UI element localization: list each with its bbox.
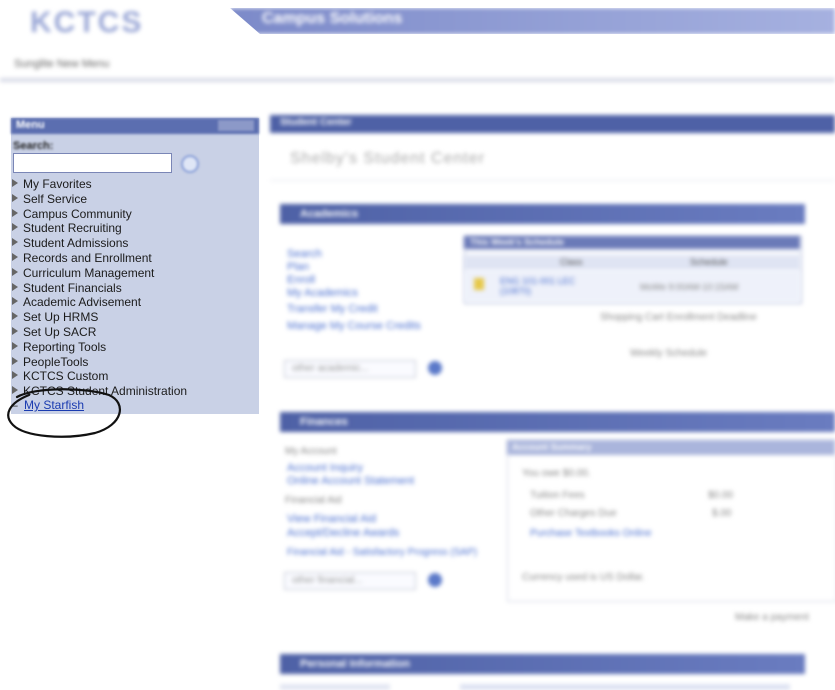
account-owe-line: You owe $0.00. [522,468,591,479]
menu-item-student-recruiting[interactable]: Student Recruiting [12,221,187,236]
finance-link-view-aid[interactable]: View Financial Aid [287,513,376,525]
academics-go-icon[interactable] [428,361,442,375]
account-value-tuition: $0.00 [708,490,734,501]
expand-triangle-icon [12,312,18,321]
content-bar-label: Student Center [280,117,352,128]
purchase-textbooks-link[interactable]: Purchase Textbooks Online [530,528,652,539]
expand-triangle-icon [12,326,18,335]
expand-triangle-icon [12,238,18,247]
menu-item-kctcs-custom[interactable]: KCTCS Custom [12,369,187,384]
expand-triangle-icon [12,252,18,261]
title-underline [270,180,835,181]
personal-tab-strip [280,684,390,690]
academics-link-enroll[interactable]: Enroll [287,274,315,286]
menu-item-records-enrollment[interactable]: Records and Enrollment [12,251,187,266]
page-title: Shelby's Student Center [290,150,486,167]
menu-item-reporting-tools[interactable]: Reporting Tools [12,340,187,355]
financial-aid-label: Financial Aid [285,495,342,506]
menu-item-student-financials[interactable]: Student Financials [12,281,187,296]
academics-section-header [280,204,805,224]
academics-link-transfer[interactable]: Transfer My Credit [287,303,378,315]
menu-item-curriculum-management[interactable]: Curriculum Management [12,266,187,281]
search-label: Search: [13,140,54,152]
menu-item-campus-community[interactable]: Campus Community [12,207,187,222]
academics-title: Academics [300,208,359,220]
expand-triangle-icon [12,193,18,202]
content-title-bar [270,115,835,133]
menu-list: My Favorites Self Service Campus Communi… [12,177,187,399]
account-value-other: $.00 [712,508,732,519]
class-icon [474,278,484,290]
expand-triangle-icon [12,297,18,306]
menu-title: Menu [16,119,45,131]
hand-drawn-circle-annotation [7,388,121,438]
expand-triangle-icon [12,282,18,291]
header-nav-links[interactable]: Sunglite New Menu [14,58,109,70]
currency-note: Currency used is US Dollar. [522,572,645,583]
finances-dropdown-text: other financial... [292,575,363,586]
account-item-other: Other Charges Due [530,508,617,519]
banner-title: Campus Solutions [262,10,403,27]
personal-title: Personal Information [300,658,411,670]
search-go-icon[interactable] [181,155,199,173]
header-divider [0,78,835,82]
expand-triangle-icon [12,208,18,217]
schedule-col-schedule: Schedule [690,257,728,267]
menu-item-student-admissions[interactable]: Student Admissions [12,236,187,251]
schedule-col-class: Class [560,257,583,267]
finance-link-sap[interactable]: Financial Aid - Satisfactory Progress (S… [287,547,477,558]
finance-link-account-inquiry[interactable]: Account Inquiry [287,462,363,474]
expand-triangle-icon [12,356,18,365]
academics-link-search[interactable]: Search [287,248,322,260]
menu-collapse-button[interactable] [218,120,254,131]
menu-item-peopletools[interactable]: PeopleTools [12,355,187,370]
expand-triangle-icon [12,179,18,187]
account-summary-title: Account Summary [512,442,592,452]
finance-link-accept-awards[interactable]: Accept/Decline Awards [287,527,399,539]
schedule-note-2: Weekly Schedule [630,348,708,359]
expand-triangle-icon [12,341,18,350]
schedule-class-link[interactable]: ENG 101-001 LEC (10870) [500,276,580,296]
expand-triangle-icon [12,267,18,276]
finances-title: Finances [300,416,348,428]
academics-link-my-academics[interactable]: My Academics [287,287,358,299]
menu-item-my-favorites[interactable]: My Favorites [12,177,187,192]
menu-search-input[interactable] [13,153,172,173]
expand-triangle-icon [12,371,18,380]
expand-triangle-icon [12,223,18,232]
finances-go-icon[interactable] [428,573,442,587]
finances-section-header [280,412,835,432]
menu-item-set-up-sacr[interactable]: Set Up SACR [12,325,187,340]
menu-item-set-up-hrms[interactable]: Set Up HRMS [12,310,187,325]
academics-link-plan[interactable]: Plan [287,261,309,273]
make-payment-link[interactable]: Make a payment [735,612,809,623]
personal-content-strip [460,684,790,690]
kctcs-logo: KCTCS [30,6,144,39]
menu-item-academic-advisement[interactable]: Academic Advisement [12,295,187,310]
schedule-col-header [464,256,800,270]
account-item-tuition: Tuition Fees [530,490,585,501]
schedule-title: This Week's Schedule [470,237,565,247]
academics-link-manage[interactable]: Manage My Course Credits [287,320,421,332]
menu-item-self-service[interactable]: Self Service [12,192,187,207]
finance-link-statement[interactable]: Online Account Statement [287,475,414,487]
my-account-label: My Account [285,446,337,457]
academics-dropdown-text: other academic... [292,363,369,374]
schedule-time: MoWe 9:00AM-10:15AM [640,282,739,292]
schedule-note-1: Shopping Cart Enrollment Deadline [600,312,757,323]
